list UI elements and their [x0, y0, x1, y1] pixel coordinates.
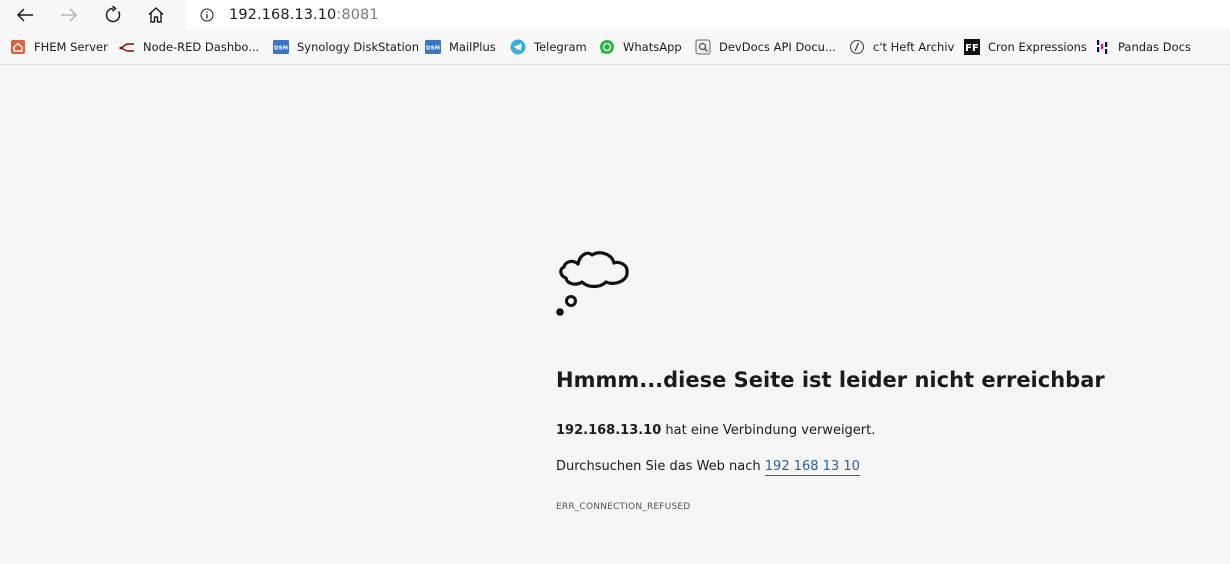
bookmark-node-red[interactable]: Node-RED Dashbo...	[119, 38, 259, 56]
search-prefix: Durchsuchen Sie das Web nach	[556, 459, 765, 474]
telegram-icon	[510, 39, 526, 55]
thought-cloud-icon	[556, 251, 629, 316]
bookmark-label: Synology DiskStation	[297, 40, 420, 54]
error-code: ERR_CONNECTION_REFUSED	[556, 502, 691, 512]
refresh-button[interactable]	[99, 2, 127, 28]
bookmark-mailplus[interactable]: DSM MailPlus	[425, 38, 496, 56]
node-red-icon	[119, 39, 135, 55]
url-port: :8081	[336, 6, 379, 23]
bookmark-synology[interactable]: DSM Synology DiskStation	[273, 38, 419, 56]
bookmark-label: Telegram	[534, 40, 587, 54]
back-button[interactable]	[11, 2, 39, 28]
refused-text: hat eine Verbindung verweigert.	[661, 423, 876, 438]
home-icon	[148, 7, 164, 23]
bookmark-cron-expressions[interactable]: FF Cron Expressions	[964, 38, 1087, 56]
url-text[interactable]: 192.168.13.10:8081	[229, 7, 379, 23]
bookmark-label: Pandas Docs	[1118, 40, 1191, 54]
bookmark-whatsapp[interactable]: WhatsApp	[599, 38, 682, 56]
bookmark-pandas-docs[interactable]: Pandas Docs	[1094, 38, 1191, 56]
search-suggestion: Durchsuchen Sie das Web nach 192 168 13 …	[556, 459, 860, 476]
bookmark-label: Cron Expressions	[988, 40, 1087, 54]
devdocs-icon	[695, 39, 711, 55]
info-icon[interactable]	[200, 8, 214, 22]
whatsapp-icon	[599, 39, 615, 55]
arrow-right-icon	[61, 8, 78, 22]
svg-text:DSM: DSM	[274, 46, 288, 52]
search-link[interactable]: 192 168 13 10	[764, 459, 860, 476]
fhem-icon	[10, 39, 26, 55]
url-host: 192.168.13.10	[229, 6, 337, 23]
host-name: 192.168.13.10	[556, 423, 662, 438]
browser-toolbar: 192.168.13.10:8081	[0, 0, 1230, 30]
forward-button[interactable]	[55, 2, 83, 28]
bookmark-devdocs[interactable]: DevDocs API Docu...	[695, 38, 836, 56]
arrow-left-icon	[16, 8, 33, 22]
bookmark-label: Node-RED Dashbo...	[143, 40, 260, 54]
pandas-icon	[1094, 39, 1110, 55]
bookmark-telegram[interactable]: Telegram	[510, 38, 587, 56]
svg-text:FF: FF	[965, 43, 979, 54]
page-title: Hmmm...diese Seite ist leider nicht erre…	[556, 368, 1105, 392]
bookmark-fhem-server[interactable]: FHEM Server	[10, 38, 108, 56]
bookmark-ct-archiv[interactable]: c't Heft Archiv	[849, 38, 954, 56]
refresh-icon	[105, 6, 121, 23]
bookmark-label: MailPlus	[449, 40, 496, 54]
bookmark-label: DevDocs API Docu...	[719, 40, 836, 54]
bookmarks-bar: FHEM Server Node-RED Dashbo... DSM Synol…	[0, 30, 1230, 65]
dsm-icon: DSM	[273, 39, 289, 55]
bookmark-label: FHEM Server	[34, 40, 108, 54]
bookmark-label: c't Heft Archiv	[873, 40, 955, 54]
bookmark-label: WhatsApp	[623, 40, 682, 54]
home-button[interactable]	[142, 2, 170, 28]
svg-text:DSM: DSM	[426, 46, 440, 52]
error-message: 192.168.13.10 hat eine Verbindung verwei…	[556, 423, 875, 438]
ff-icon: FF	[964, 39, 980, 55]
address-bar[interactable]: 192.168.13.10:8081	[186, 0, 1230, 29]
dsm-icon: DSM	[425, 39, 441, 55]
ct-icon	[849, 39, 865, 55]
